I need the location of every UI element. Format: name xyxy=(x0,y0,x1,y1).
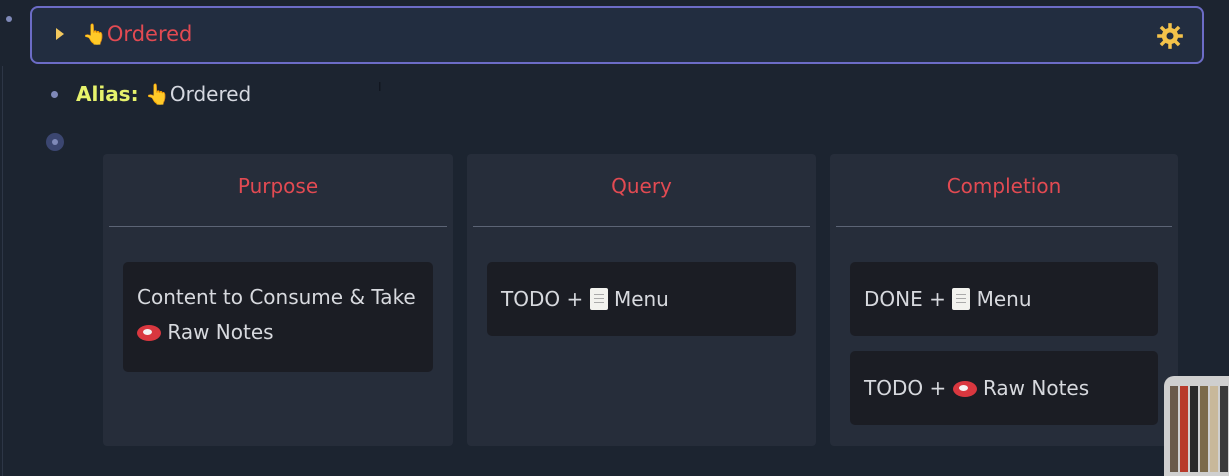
menu-label: Menu xyxy=(976,287,1032,311)
menu-label: Menu xyxy=(613,287,669,311)
page-title-block[interactable]: 👆Ordered xyxy=(30,6,1204,64)
pointing-hand-icon: 👆 xyxy=(144,82,170,106)
query-column: Query TODO + Menu xyxy=(467,154,816,446)
card-text-line2: Raw Notes xyxy=(137,315,419,350)
completion-card-todo[interactable]: TODO + Raw Notes xyxy=(850,351,1158,425)
indent-guide xyxy=(2,66,3,476)
query-card[interactable]: TODO + Menu xyxy=(487,262,796,336)
page-title-text: Ordered xyxy=(106,22,193,46)
purpose-header: Purpose xyxy=(237,174,319,198)
purpose-card[interactable]: Content to Consume & Take Raw Notes xyxy=(123,262,433,372)
card-prefix: TODO + xyxy=(864,376,947,400)
divider xyxy=(109,226,447,227)
text-cursor-icon: I xyxy=(378,80,382,94)
alias-value[interactable]: Ordered xyxy=(170,82,251,106)
collapse-arrow-icon[interactable] xyxy=(56,28,64,40)
meat-icon xyxy=(137,325,161,341)
raw-notes-label: Raw Notes xyxy=(167,320,274,344)
page-title[interactable]: 👆Ordered xyxy=(82,22,192,46)
pointing-hand-icon: 👆 xyxy=(82,22,107,46)
block-bullet[interactable] xyxy=(46,133,64,151)
webcam-overlay xyxy=(1164,376,1229,476)
completion-header: Completion xyxy=(946,174,1062,198)
document-icon xyxy=(589,288,608,310)
card-text-line1: Content to Consume & Take xyxy=(137,285,416,309)
divider xyxy=(836,226,1172,227)
meat-icon xyxy=(952,381,977,397)
gear-icon[interactable] xyxy=(1156,22,1184,50)
purpose-column: Purpose Content to Consume & Take Raw No… xyxy=(103,154,453,446)
alias-bullet[interactable] xyxy=(51,91,58,98)
query-header: Query xyxy=(611,174,672,198)
card-prefix: TODO + xyxy=(501,287,584,311)
card-prefix: DONE + xyxy=(864,287,946,311)
page-bullet[interactable] xyxy=(6,16,12,22)
raw-notes-label: Raw Notes xyxy=(982,376,1090,400)
completion-card-done[interactable]: DONE + Menu xyxy=(850,262,1158,336)
divider xyxy=(473,226,810,227)
document-icon xyxy=(952,288,971,310)
completion-column: Completion DONE + Menu TODO + Raw Notes xyxy=(830,154,1178,446)
alias-property[interactable]: Alias: 👆Ordered xyxy=(76,82,251,106)
alias-key: Alias: xyxy=(76,82,139,106)
